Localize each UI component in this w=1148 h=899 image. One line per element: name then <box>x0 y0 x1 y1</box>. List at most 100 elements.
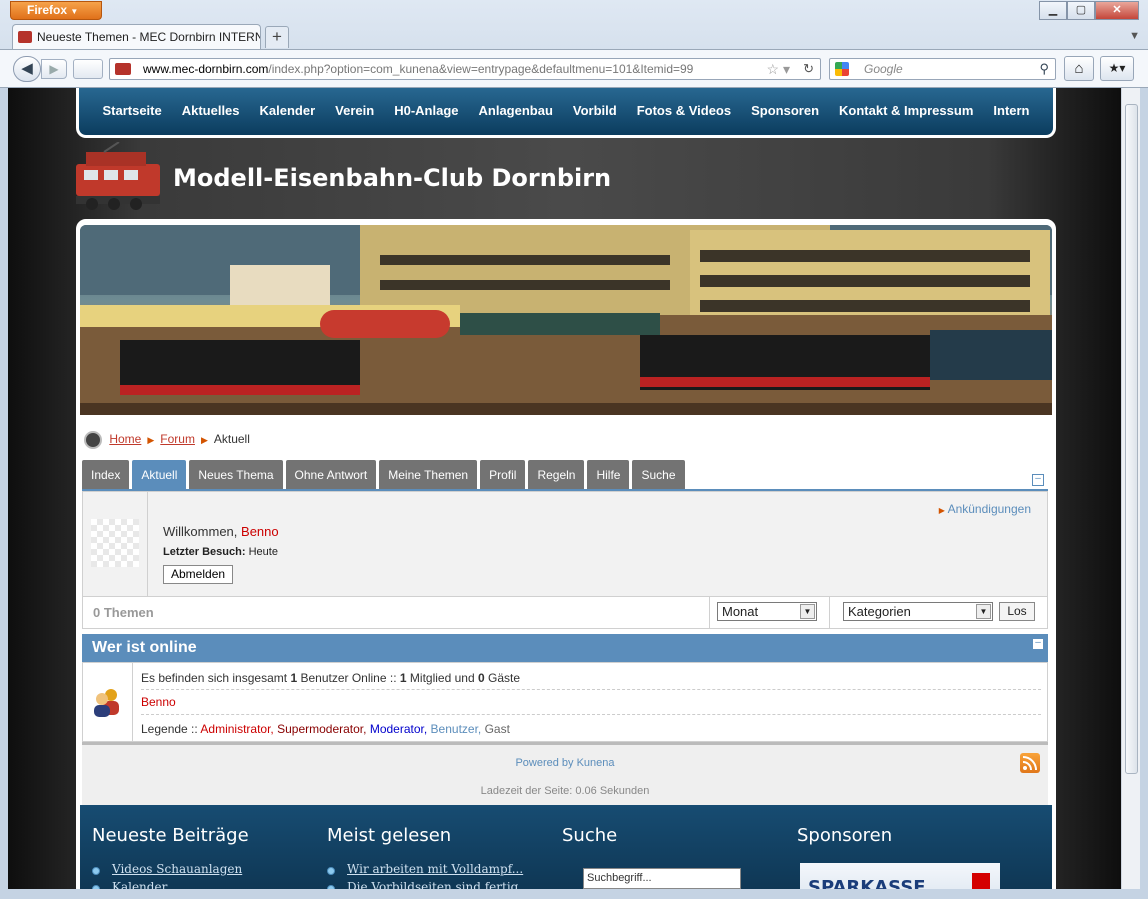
footer-search-input[interactable]: Suchbegriff... <box>583 868 741 889</box>
close-window-button[interactable]: ✕ <box>1095 1 1139 20</box>
bullet-icon <box>92 885 100 889</box>
online-summary: Es befinden sich insgesamt 1 Benutzer On… <box>141 671 520 685</box>
bookmarks-button-icon[interactable]: ★▾ <box>1100 56 1134 81</box>
bullet-icon <box>327 867 335 875</box>
tab-meine-themen[interactable]: Meine Themen <box>379 460 478 490</box>
powered-by-link[interactable]: Powered by Kunena <box>82 757 1048 769</box>
nav-verein[interactable]: Verein <box>325 101 384 121</box>
breadcrumb-current: Aktuell <box>213 432 250 447</box>
vertical-scrollbar[interactable] <box>1121 88 1140 889</box>
bullet-icon <box>92 867 100 875</box>
tab-index[interactable]: Index <box>82 460 130 490</box>
tab-neues-thema[interactable]: Neues Thema <box>189 460 283 490</box>
minimize-button[interactable]: ▁ <box>1039 1 1067 20</box>
chevron-down-icon: ▼ <box>976 604 991 619</box>
nav-anlagenbau[interactable]: Anlagenbau <box>469 101 563 121</box>
breadcrumb-home[interactable]: Home <box>109 432 141 446</box>
browser-search-input[interactable]: Google ⚲ <box>829 58 1056 80</box>
forum-tabs: Index Aktuell Neues Thema Ohne Antwort M… <box>82 460 685 490</box>
footer-latest-title: Neueste Beiträge <box>92 825 249 846</box>
breadcrumb-arrow-icon: ▶ <box>147 435 155 446</box>
breadcrumb-forum[interactable]: Forum <box>160 432 195 446</box>
nav-intern[interactable]: Intern <box>983 101 1039 121</box>
divider <box>829 597 830 628</box>
tab-ohne-antwort[interactable]: Ohne Antwort <box>285 460 377 490</box>
online-prefix: Es befinden sich insgesamt <box>141 671 288 685</box>
online-user[interactable]: Benno <box>141 695 176 709</box>
tab-regeln[interactable]: Regeln <box>528 460 585 490</box>
kunena-home-icon <box>84 431 102 449</box>
browser-tab[interactable]: Neueste Themen - MEC Dornbirn INTERN <box>12 24 261 49</box>
search-placeholder: Google <box>864 62 903 76</box>
locomotive-logo[interactable] <box>74 142 164 214</box>
members-text: Mitglied und <box>409 671 475 685</box>
announcements-label: Ankündigungen <box>947 502 1031 516</box>
period-select-value: Monat <box>722 604 759 619</box>
search-icon[interactable]: ⚲ <box>1039 59 1049 79</box>
thread-toolbar: 0 Themen Monat ▼ Kategorien ▼ Los <box>82 597 1048 629</box>
navigation-toolbar: ◀ ▶ www.mec-dornbirn.com/index.php?optio… <box>0 49 1148 87</box>
maximize-button[interactable]: ▢ <box>1067 1 1095 20</box>
main-content: Home ▶ Forum ▶ Aktuell Index Aktuell Neues T… <box>76 219 1056 889</box>
users-icon <box>94 689 119 717</box>
footer-link-kalender[interactable]: Kalender <box>112 880 167 889</box>
last-visit-label: Letzter Besuch: <box>163 546 246 558</box>
logout-button[interactable]: Abmelden <box>163 565 234 584</box>
period-select[interactable]: Monat ▼ <box>717 602 817 621</box>
legend-label: Legende :: <box>141 722 198 736</box>
welcome-username[interactable]: Benno <box>241 524 279 539</box>
member-count: 1 <box>399 671 407 685</box>
nav-fotos-videos[interactable]: Fotos & Videos <box>627 101 741 121</box>
nav-sponsoren[interactable]: Sponsoren <box>741 101 829 121</box>
tab-hilfe[interactable]: Hilfe <box>587 460 630 490</box>
firefox-menu-label: Firefox <box>27 3 68 17</box>
avatar[interactable] <box>91 519 139 567</box>
category-select[interactable]: Kategorien ▼ <box>843 602 993 621</box>
google-icon <box>835 62 849 76</box>
tab-list-icon[interactable]: ▼ <box>1129 30 1140 42</box>
tab-suche[interactable]: Suche <box>632 460 685 490</box>
footer-mostread-title: Meist gelesen <box>327 825 452 846</box>
go-button[interactable]: Los <box>999 602 1035 621</box>
last-visit-value: Heute <box>248 546 278 558</box>
collapse-profile-icon[interactable]: – <box>1032 474 1044 486</box>
site-favicon-icon <box>18 31 32 43</box>
scrollbar-thumb[interactable] <box>1125 104 1138 774</box>
collapse-online-icon[interactable]: – <box>1032 638 1044 650</box>
signal-icon[interactable] <box>73 59 103 79</box>
footer-link-volldampf[interactable]: Wir arbeiten mit Volldampf... <box>347 862 523 876</box>
back-button[interactable]: ◀ <box>13 56 41 82</box>
window-frame-left <box>0 88 8 899</box>
sponsor-logo[interactable]: SPARKASSE <box>800 863 1000 889</box>
new-tab-button[interactable]: + <box>265 26 289 48</box>
firefox-menu-button[interactable]: Firefox ▼ <box>10 1 102 20</box>
divider <box>141 714 1041 715</box>
profile-box: Willkommen, Benno Letzter Besuch: Heute … <box>82 491 1048 597</box>
users-online-text: Benutzer Online :: <box>300 671 397 685</box>
nav-kontakt[interactable]: Kontakt & Impressum <box>829 101 983 121</box>
rss-icon[interactable] <box>1020 753 1040 773</box>
footer-link-vorbildseiten[interactable]: Die Vorbildseiten sind fertig <box>347 880 518 889</box>
bookmark-star-icon[interactable]: ☆ ▾ <box>767 59 790 79</box>
guests-text: Gäste <box>488 671 521 685</box>
announcements-link[interactable]: ▶ Ankündigungen <box>939 502 1031 516</box>
sponsor-name: SPARKASSE <box>808 877 926 889</box>
nav-kalender[interactable]: Kalender <box>250 101 326 121</box>
reload-icon[interactable]: ↻ <box>803 59 814 79</box>
tab-profil[interactable]: Profil <box>480 460 526 490</box>
nav-aktuelles[interactable]: Aktuelles <box>172 101 250 121</box>
nav-h0-anlage[interactable]: H0-Anlage <box>384 101 468 121</box>
last-visit: Letzter Besuch: Heute <box>163 546 278 558</box>
nav-vorbild[interactable]: Vorbild <box>563 101 627 121</box>
online-header: Wer ist online <box>82 634 1048 662</box>
footer-link-videos[interactable]: Videos Schauanlagen <box>112 862 242 876</box>
forward-button[interactable]: ▶ <box>41 59 67 79</box>
divider <box>132 663 133 741</box>
url-bar[interactable]: www.mec-dornbirn.com/index.php?option=co… <box>109 58 821 80</box>
tab-aktuell[interactable]: Aktuell <box>132 460 187 490</box>
legend-gast: Gast <box>484 722 510 736</box>
nav-startseite[interactable]: Startseite <box>92 101 171 121</box>
window-frame-right <box>1140 88 1148 899</box>
home-button-icon[interactable]: ⌂ <box>1064 56 1094 81</box>
breadcrumb: Home ▶ Forum ▶ Aktuell <box>84 431 250 449</box>
